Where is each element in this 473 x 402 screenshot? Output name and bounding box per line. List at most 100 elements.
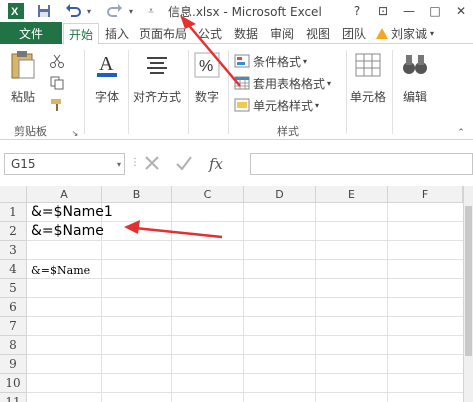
font-button[interactable]: A 字体 bbox=[92, 50, 122, 105]
tab-page-layout[interactable]: 页面布局 bbox=[135, 22, 191, 44]
paste-button[interactable]: 粘贴 bbox=[8, 50, 38, 105]
insert-function-button[interactable]: fx bbox=[200, 155, 232, 173]
tab-home[interactable]: 开始 bbox=[63, 23, 99, 45]
column-header-f[interactable]: F bbox=[388, 186, 463, 203]
excel-logo-icon: X bbox=[6, 2, 26, 20]
gridline bbox=[315, 203, 316, 402]
column-header-a[interactable]: A bbox=[27, 186, 102, 203]
warning-icon bbox=[376, 27, 388, 39]
enter-icon[interactable] bbox=[168, 155, 200, 174]
column-header-d[interactable]: D bbox=[244, 186, 316, 203]
maximize-button[interactable]: □ bbox=[424, 2, 446, 20]
close-button[interactable]: ✕ bbox=[450, 2, 472, 20]
row-header-4[interactable]: 4 bbox=[0, 260, 27, 279]
format-as-table-button[interactable]: 套用表格格式 ▾ bbox=[234, 74, 331, 92]
scrollbar-thumb[interactable] bbox=[465, 206, 472, 356]
svg-text:A: A bbox=[99, 53, 114, 75]
cell-styles-button[interactable]: 单元格样式 ▾ bbox=[234, 96, 319, 114]
row-header-9[interactable]: 9 bbox=[0, 355, 27, 374]
group-separator bbox=[84, 50, 85, 134]
paste-label: 粘贴 bbox=[10, 90, 35, 104]
gridline bbox=[243, 203, 244, 402]
cell-styles-dropdown-icon: ▾ bbox=[315, 100, 320, 110]
gridline bbox=[27, 335, 473, 336]
user-dropdown-icon: ▾ bbox=[430, 28, 435, 38]
gridline bbox=[27, 392, 473, 393]
alignment-label: 对齐方式 bbox=[133, 90, 182, 104]
row-header-8[interactable]: 8 bbox=[0, 336, 27, 355]
cell-a4[interactable]: &=$Name bbox=[31, 264, 90, 277]
tab-formulas[interactable]: 公式 bbox=[193, 22, 227, 44]
tab-insert[interactable]: 插入 bbox=[100, 22, 134, 44]
cells-button[interactable]: 单元格 bbox=[350, 50, 386, 105]
row-header-7[interactable]: 7 bbox=[0, 317, 27, 336]
tab-team[interactable]: 团队 bbox=[337, 22, 371, 44]
cell-styles-label: 单元格样式 bbox=[253, 98, 314, 113]
cut-icon[interactable] bbox=[46, 52, 68, 70]
gridline bbox=[27, 373, 473, 374]
cell-a1[interactable]: &=$Name1 bbox=[31, 204, 113, 220]
row-header-2[interactable]: 2 bbox=[0, 222, 27, 241]
formula-input[interactable] bbox=[250, 153, 473, 175]
conditional-format-button[interactable]: 条件格式 ▾ bbox=[234, 52, 307, 70]
vertical-scrollbar[interactable] bbox=[463, 186, 473, 402]
format-as-table-dropdown-icon: ▾ bbox=[327, 78, 332, 88]
gridline bbox=[27, 278, 473, 279]
worksheet-grid: A B C D E F 1 2 3 4 5 6 7 8 9 10 11 &=$N… bbox=[0, 186, 473, 402]
formula-actions: fx bbox=[136, 153, 248, 175]
cell-styles-icon bbox=[234, 98, 250, 112]
group-separator bbox=[128, 50, 129, 134]
number-label: 数字 bbox=[194, 90, 219, 104]
gridline bbox=[27, 316, 473, 317]
tab-view[interactable]: 视图 bbox=[301, 22, 335, 44]
row-header-10[interactable]: 10 bbox=[0, 374, 27, 393]
formula-bar: G15 ▾ ⋮ fx bbox=[0, 140, 473, 186]
cancel-icon[interactable] bbox=[136, 155, 168, 174]
tab-file[interactable]: 文件 bbox=[0, 22, 62, 44]
alignment-button[interactable]: 对齐方式 bbox=[133, 50, 181, 105]
select-all-corner[interactable] bbox=[0, 186, 27, 203]
customize-icon[interactable]: ⩡ bbox=[144, 2, 158, 20]
group-separator bbox=[392, 50, 393, 134]
number-button[interactable]: % 数字 bbox=[192, 50, 222, 105]
title-bar: X ▾ ▾ ⩡ 信息.xlsx - Microsoft Excel ? ⊡ — … bbox=[0, 0, 473, 22]
save-icon[interactable] bbox=[34, 2, 54, 20]
tab-data[interactable]: 数据 bbox=[229, 22, 263, 44]
redo-dropdown-icon[interactable]: ▾ bbox=[126, 2, 136, 20]
help-button[interactable]: ? bbox=[346, 2, 368, 20]
row-header-1[interactable]: 1 bbox=[0, 203, 27, 222]
row-header-6[interactable]: 6 bbox=[0, 298, 27, 317]
column-header-b[interactable]: B bbox=[102, 186, 172, 203]
percent-icon: % bbox=[192, 50, 222, 80]
column-header-e[interactable]: E bbox=[316, 186, 388, 203]
copy-icon[interactable] bbox=[46, 74, 68, 92]
ribbon-display-button[interactable]: ⊡ bbox=[372, 2, 394, 20]
window-title: 信息.xlsx - Microsoft Excel bbox=[168, 5, 322, 19]
ribbon-tabs: 文件 开始 插入 页面布局 公式 数据 审阅 视图 团队 刘家诚 ▾ bbox=[0, 22, 473, 45]
undo-dropdown-icon[interactable]: ▾ bbox=[84, 2, 94, 20]
ribbon: 粘贴 剪贴板 ↘ A 字体 对齐方式 % 数字 条件格式 ▾ 套用表格格式 ▾ … bbox=[0, 44, 473, 140]
row-header-5[interactable]: 5 bbox=[0, 279, 27, 298]
minimize-button[interactable]: — bbox=[398, 2, 420, 20]
svg-text:%: % bbox=[199, 58, 213, 75]
editing-button[interactable]: 编辑 bbox=[400, 50, 430, 105]
name-box[interactable]: G15 bbox=[4, 153, 125, 175]
user-account[interactable]: 刘家诚 ▾ bbox=[376, 24, 434, 42]
group-separator bbox=[188, 50, 189, 134]
name-box-dropdown-icon[interactable]: ▾ bbox=[117, 160, 121, 169]
column-header-c[interactable]: C bbox=[172, 186, 244, 203]
font-label: 字体 bbox=[94, 90, 119, 104]
undo-icon[interactable] bbox=[62, 2, 84, 20]
tab-review[interactable]: 审阅 bbox=[265, 22, 299, 44]
format-painter-icon[interactable] bbox=[46, 96, 68, 114]
row-header-3[interactable]: 3 bbox=[0, 241, 27, 260]
cells-icon bbox=[353, 50, 383, 80]
group-separator bbox=[346, 50, 347, 134]
format-as-table-label: 套用表格格式 bbox=[253, 76, 326, 91]
row-header-11[interactable]: 11 bbox=[0, 393, 27, 402]
conditional-format-dropdown-icon: ▾ bbox=[303, 56, 308, 66]
cell-a2[interactable]: &=$Name bbox=[31, 223, 104, 239]
redo-icon[interactable] bbox=[104, 2, 126, 20]
gridline bbox=[27, 240, 473, 241]
group-separator bbox=[228, 50, 229, 134]
